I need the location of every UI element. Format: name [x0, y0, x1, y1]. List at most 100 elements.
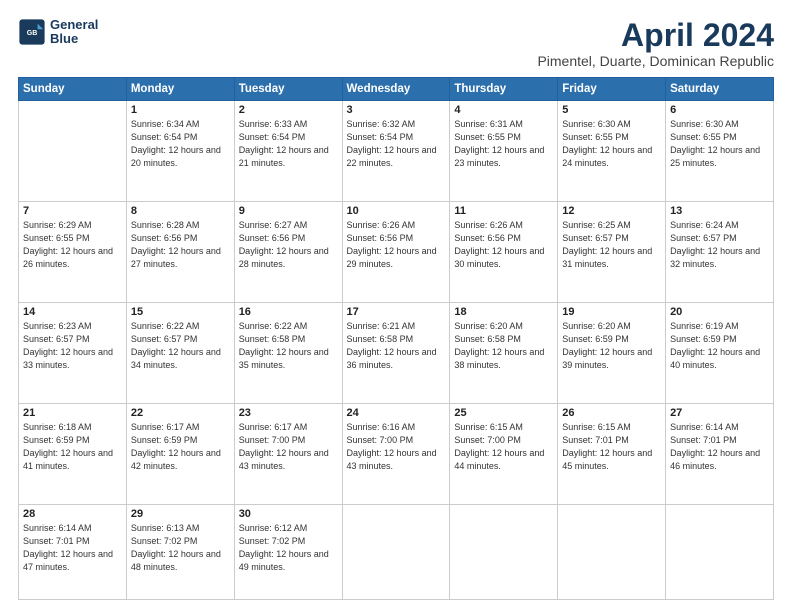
cell-text: Sunrise: 6:22 AMSunset: 6:57 PMDaylight:… — [131, 320, 230, 372]
day-number: 20 — [670, 306, 769, 318]
month-title: April 2024 — [537, 18, 774, 53]
cell-text: Sunrise: 6:15 AMSunset: 7:01 PMDaylight:… — [562, 421, 661, 473]
day-number: 23 — [239, 407, 338, 419]
calendar-cell: 3 Sunrise: 6:32 AMSunset: 6:54 PMDaylight… — [342, 101, 450, 202]
day-number: 18 — [454, 306, 553, 318]
logo-line1: General — [50, 18, 98, 32]
calendar-cell: 10Sunrise: 6:26 AMSunset: 6:56 PMDayligh… — [342, 202, 450, 303]
week-row-1: 7 Sunrise: 6:29 AMSunset: 6:55 PMDaylight… — [19, 202, 774, 303]
weekday-header-monday: Monday — [126, 78, 234, 101]
calendar-cell: 22 Sunrise: 6:17 AMSunset: 6:59 PMDayligh… — [126, 404, 234, 505]
cell-text: Sunrise: 6:20 AMSunset: 6:59 PMDaylight:… — [562, 320, 661, 372]
weekday-header-wednesday: Wednesday — [342, 78, 450, 101]
cell-text: Sunrise: 6:22 AMSunset: 6:58 PMDaylight:… — [239, 320, 338, 372]
calendar-cell: 28 Sunrise: 6:14 AMSunset: 7:01 PMDayligh… — [19, 505, 127, 600]
cell-text: Sunrise: 6:26 AMSunset: 6:56 PMDaylight:… — [454, 219, 553, 271]
day-number: 1 — [131, 104, 230, 116]
week-row-2: 14Sunrise: 6:23 AMSunset: 6:57 PMDayligh… — [19, 303, 774, 404]
cell-text: Sunrise: 6:17 AMSunset: 6:59 PMDaylight:… — [131, 421, 230, 473]
calendar-table: SundayMondayTuesdayWednesdayThursdayFrid… — [18, 77, 774, 600]
weekday-header-friday: Friday — [558, 78, 666, 101]
cell-text: Sunrise: 6:29 AMSunset: 6:55 PMDaylight:… — [23, 219, 122, 271]
cell-text: Sunrise: 6:27 AMSunset: 6:56 PMDaylight:… — [239, 219, 338, 271]
calendar-cell: 17 Sunrise: 6:21 AMSunset: 6:58 PMDayligh… — [342, 303, 450, 404]
weekday-header-sunday: Sunday — [19, 78, 127, 101]
day-number: 4 — [454, 104, 553, 116]
calendar-cell: 7 Sunrise: 6:29 AMSunset: 6:55 PMDaylight… — [19, 202, 127, 303]
calendar-cell — [450, 505, 558, 600]
day-number: 25 — [454, 407, 553, 419]
day-number: 21 — [23, 407, 122, 419]
calendar-cell: 12Sunrise: 6:25 AMSunset: 6:57 PMDayligh… — [558, 202, 666, 303]
title-area: April 2024 Pimentel, Duarte, Dominican R… — [537, 18, 774, 69]
calendar-cell: 4 Sunrise: 6:31 AMSunset: 6:55 PMDaylight… — [450, 101, 558, 202]
day-number: 3 — [347, 104, 446, 116]
calendar-cell: 5Sunrise: 6:30 AMSunset: 6:55 PMDaylight… — [558, 101, 666, 202]
day-number: 15 — [131, 306, 230, 318]
calendar-cell: 27 Sunrise: 6:14 AMSunset: 7:01 PMDayligh… — [666, 404, 774, 505]
header: GB General Blue April 2024 Pimentel, Dua… — [18, 18, 774, 69]
calendar-cell: 19 Sunrise: 6:20 AMSunset: 6:59 PMDayligh… — [558, 303, 666, 404]
cell-text: Sunrise: 6:32 AMSunset: 6:54 PMDaylight:… — [347, 118, 446, 170]
logo-text: General Blue — [50, 18, 98, 47]
calendar-cell: 18Sunrise: 6:20 AMSunset: 6:58 PMDayligh… — [450, 303, 558, 404]
page: GB General Blue April 2024 Pimentel, Dua… — [0, 0, 792, 612]
calendar-cell: 15 Sunrise: 6:22 AMSunset: 6:57 PMDayligh… — [126, 303, 234, 404]
logo-line2: Blue — [50, 32, 98, 46]
calendar-cell — [558, 505, 666, 600]
cell-text: Sunrise: 6:21 AMSunset: 6:58 PMDaylight:… — [347, 320, 446, 372]
day-number: 9 — [239, 205, 338, 217]
cell-text: Sunrise: 6:30 AMSunset: 6:55 PMDaylight:… — [670, 118, 769, 170]
day-number: 26 — [562, 407, 661, 419]
cell-text: Sunrise: 6:14 AMSunset: 7:01 PMDaylight:… — [670, 421, 769, 473]
day-number: 19 — [562, 306, 661, 318]
cell-text: Sunrise: 6:26 AMSunset: 6:56 PMDaylight:… — [347, 219, 446, 271]
cell-text: Sunrise: 6:23 AMSunset: 6:57 PMDaylight:… — [23, 320, 122, 372]
calendar-cell: 23 Sunrise: 6:17 AMSunset: 7:00 PMDayligh… — [234, 404, 342, 505]
day-number: 30 — [239, 508, 338, 520]
cell-text: Sunrise: 6:17 AMSunset: 7:00 PMDaylight:… — [239, 421, 338, 473]
day-number: 27 — [670, 407, 769, 419]
calendar-cell: 14Sunrise: 6:23 AMSunset: 6:57 PMDayligh… — [19, 303, 127, 404]
cell-text: Sunrise: 6:12 AMSunset: 7:02 PMDaylight:… — [239, 522, 338, 574]
day-number: 22 — [131, 407, 230, 419]
week-row-0: 1 Sunrise: 6:34 AMSunset: 6:54 PMDaylight… — [19, 101, 774, 202]
cell-text: Sunrise: 6:34 AMSunset: 6:54 PMDaylight:… — [131, 118, 230, 170]
day-number: 16 — [239, 306, 338, 318]
calendar-cell: 8Sunrise: 6:28 AMSunset: 6:56 PMDaylight… — [126, 202, 234, 303]
cell-text: Sunrise: 6:14 AMSunset: 7:01 PMDaylight:… — [23, 522, 122, 574]
day-number: 2 — [239, 104, 338, 116]
calendar-cell: 25 Sunrise: 6:15 AMSunset: 7:00 PMDayligh… — [450, 404, 558, 505]
cell-text: Sunrise: 6:15 AMSunset: 7:00 PMDaylight:… — [454, 421, 553, 473]
week-row-3: 21Sunrise: 6:18 AMSunset: 6:59 PMDayligh… — [19, 404, 774, 505]
svg-text:GB: GB — [27, 30, 38, 37]
calendar-cell: 26 Sunrise: 6:15 AMSunset: 7:01 PMDayligh… — [558, 404, 666, 505]
weekday-header-row: SundayMondayTuesdayWednesdayThursdayFrid… — [19, 78, 774, 101]
calendar-cell: 16 Sunrise: 6:22 AMSunset: 6:58 PMDayligh… — [234, 303, 342, 404]
weekday-header-thursday: Thursday — [450, 78, 558, 101]
logo-icon: GB — [18, 18, 46, 46]
calendar-cell — [666, 505, 774, 600]
calendar-cell: 20 Sunrise: 6:19 AMSunset: 6:59 PMDayligh… — [666, 303, 774, 404]
cell-text: Sunrise: 6:19 AMSunset: 6:59 PMDaylight:… — [670, 320, 769, 372]
day-number: 29 — [131, 508, 230, 520]
day-number: 12 — [562, 205, 661, 217]
day-number: 7 — [23, 205, 122, 217]
calendar-cell: 21Sunrise: 6:18 AMSunset: 6:59 PMDayligh… — [19, 404, 127, 505]
weekday-header-saturday: Saturday — [666, 78, 774, 101]
calendar-cell: 24Sunrise: 6:16 AMSunset: 7:00 PMDayligh… — [342, 404, 450, 505]
day-number: 28 — [23, 508, 122, 520]
calendar-cell: 30 Sunrise: 6:12 AMSunset: 7:02 PMDayligh… — [234, 505, 342, 600]
subtitle: Pimentel, Duarte, Dominican Republic — [537, 53, 774, 69]
cell-text: Sunrise: 6:31 AMSunset: 6:55 PMDaylight:… — [454, 118, 553, 170]
cell-text: Sunrise: 6:13 AMSunset: 7:02 PMDaylight:… — [131, 522, 230, 574]
day-number: 13 — [670, 205, 769, 217]
cell-text: Sunrise: 6:28 AMSunset: 6:56 PMDaylight:… — [131, 219, 230, 271]
day-number: 11 — [454, 205, 553, 217]
calendar-cell: 9 Sunrise: 6:27 AMSunset: 6:56 PMDaylight… — [234, 202, 342, 303]
cell-text: Sunrise: 6:16 AMSunset: 7:00 PMDaylight:… — [347, 421, 446, 473]
day-number: 17 — [347, 306, 446, 318]
week-row-4: 28 Sunrise: 6:14 AMSunset: 7:01 PMDayligh… — [19, 505, 774, 600]
calendar-cell: 11 Sunrise: 6:26 AMSunset: 6:56 PMDayligh… — [450, 202, 558, 303]
cell-text: Sunrise: 6:30 AMSunset: 6:55 PMDaylight:… — [562, 118, 661, 170]
